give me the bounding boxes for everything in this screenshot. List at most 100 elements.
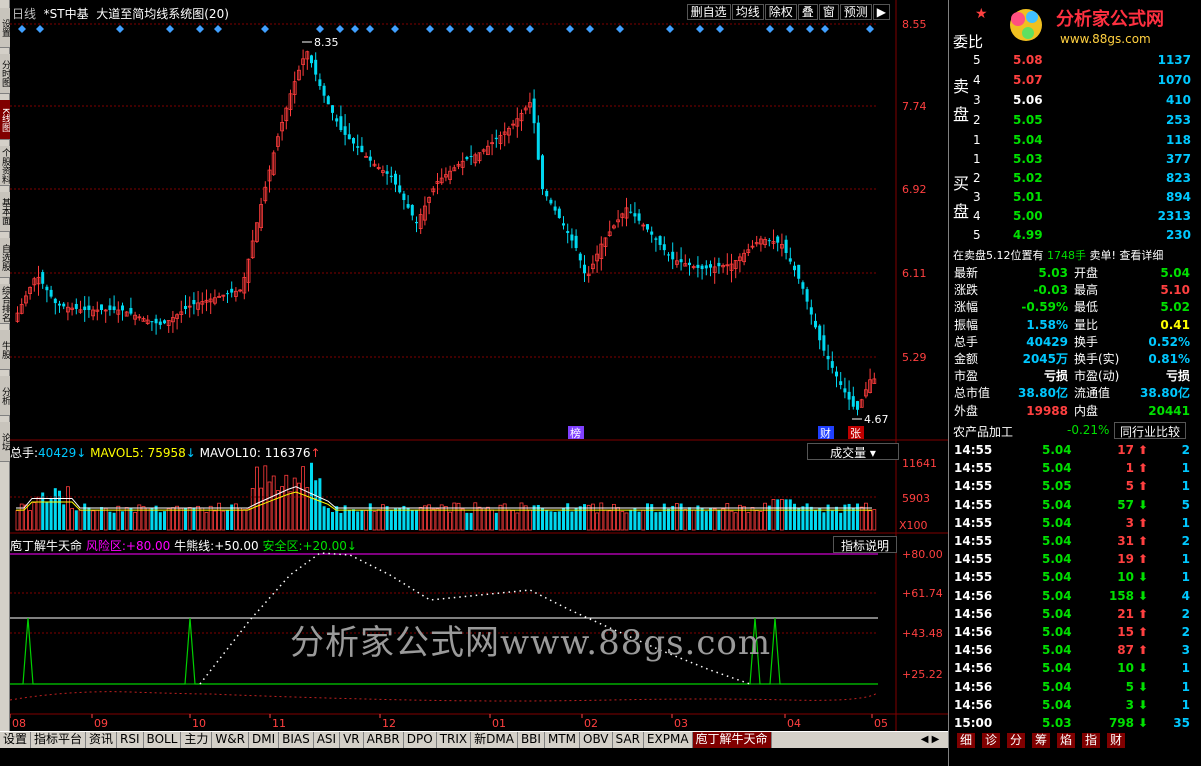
indicator-tab-12[interactable]: DPO <box>404 732 437 748</box>
right-tab-5[interactable]: 指 <box>1082 733 1101 748</box>
indicator-tab-19[interactable]: EXPMA <box>644 732 693 748</box>
buy-level-num: 5 <box>973 228 981 242</box>
indicator-tab-3[interactable]: RSI <box>117 732 144 748</box>
candle-body <box>226 293 229 295</box>
indicator-tab-11[interactable]: ARBR <box>364 732 404 748</box>
side-tab-7[interactable]: 牛股 <box>0 330 10 370</box>
indicator-tab-17[interactable]: OBV <box>580 732 613 748</box>
side-tab-0[interactable]: 设置 <box>0 8 10 48</box>
event-marker-icon <box>616 25 624 33</box>
indicator-tab-7[interactable]: DMI <box>249 732 280 748</box>
volume-bar <box>599 502 604 531</box>
volume-bar <box>15 510 20 531</box>
industry-row: 农产品加工 -0.21% <box>953 423 1109 440</box>
industry-name[interactable]: 农产品加工 <box>953 425 1013 439</box>
volume-bar <box>629 509 633 530</box>
volume-bar <box>74 510 78 530</box>
buy-level-num: 1 <box>973 152 981 166</box>
tick-time: 14:56 <box>954 697 993 712</box>
indicator-tab-20[interactable]: 庖丁解牛天命 <box>692 732 772 748</box>
tick-row: 14:56 5.04 87 ⬆ 3 <box>952 641 1192 659</box>
big-order-notice[interactable]: 在卖盘5.12位置有 1748手 卖单! 查看详细 <box>953 247 1163 263</box>
quote-row: 外盘 19988 内盘 20441 <box>952 403 1192 420</box>
star-icon[interactable]: ★ <box>975 6 988 22</box>
quote-value: 亏损 <box>1165 369 1190 384</box>
side-tab-3[interactable]: 个股资料 <box>0 146 10 186</box>
buy-level-num: 3 <box>973 190 981 204</box>
tick-count: 1 <box>1181 661 1190 676</box>
industry-compare-button[interactable]: 同行业比较 <box>1114 422 1186 439</box>
tick-price: 5.04 <box>1042 606 1072 621</box>
tick-time: 14:55 <box>954 497 993 512</box>
buy-level-volume: 377 <box>1165 152 1191 166</box>
volume-bar <box>406 508 410 530</box>
volume-bar <box>746 512 751 531</box>
notice-detail-link[interactable]: 查看详细 <box>1119 249 1163 262</box>
quote-row: 最新 5.03 开盘 5.04 <box>952 265 1192 282</box>
event-marker-icon <box>261 25 269 33</box>
volume-bar <box>163 511 166 530</box>
side-tab-5[interactable]: 自选股 <box>0 238 10 278</box>
right-tab-1[interactable]: 诊 <box>982 733 1001 748</box>
side-tab-4[interactable]: 基本面 <box>0 192 10 232</box>
quote-value: 5.04 <box>1160 266 1190 280</box>
indicator-tab-8[interactable]: BIAS <box>279 732 314 748</box>
volume-dropdown[interactable]: 成交量 ▾ <box>807 443 899 460</box>
sell-level-row[interactable]: 3 5.06 410 <box>973 91 1195 109</box>
tick-time: 14:56 <box>954 588 993 603</box>
indicator-tab-4[interactable]: BOLL <box>144 732 182 748</box>
indicator-tab-13[interactable]: TRIX <box>437 732 472 748</box>
indicator-tab-1[interactable]: 指标平台 <box>31 732 87 748</box>
candle-body <box>356 146 360 148</box>
side-tab-6[interactable]: 综合排名 <box>0 284 10 324</box>
right-tab-3[interactable]: 筹 <box>1032 733 1051 748</box>
volume-bar <box>704 511 708 530</box>
buy-level-row[interactable]: 4 5.00 2313 <box>973 207 1195 225</box>
side-tab-1[interactable]: 分时图 <box>0 54 10 94</box>
candle-body <box>650 231 654 235</box>
right-tab-0[interactable]: 细 <box>957 733 976 748</box>
volume-bar <box>868 510 872 531</box>
volume-bar <box>284 474 289 531</box>
indicator-tab-2[interactable]: 资讯 <box>86 732 118 748</box>
right-tab-6[interactable]: 财 <box>1107 733 1126 748</box>
indicator-tab-9[interactable]: ASI <box>314 732 341 748</box>
buy-level-row[interactable]: 3 5.01 894 <box>973 188 1195 206</box>
indicator-tab-18[interactable]: SAR <box>613 732 644 748</box>
volume-bar <box>465 512 469 530</box>
tick-count: 1 <box>1181 461 1190 476</box>
sell-level-row[interactable]: 1 5.04 118 <box>973 131 1195 149</box>
buy-level-row[interactable]: 5 4.99 230 <box>973 226 1195 244</box>
volume-bar <box>494 512 498 530</box>
indicator-tab-10[interactable]: VR <box>340 732 364 748</box>
sell-level-row[interactable]: 4 5.07 1070 <box>973 71 1195 89</box>
indicator-tab-15[interactable]: BBI <box>518 732 545 748</box>
event-marker-icon <box>866 25 874 33</box>
sell-level-row[interactable]: 2 5.05 253 <box>973 111 1195 129</box>
right-tab-4[interactable]: 焰 <box>1057 733 1076 748</box>
buy-level-row[interactable]: 2 5.02 823 <box>973 169 1195 187</box>
volume-bar <box>485 506 490 531</box>
down-arrow-icon: ⬇ <box>1137 497 1148 512</box>
buy-level-price: 5.03 <box>1013 152 1043 166</box>
side-tab-9[interactable]: 论坛 <box>0 422 10 462</box>
indicator-tab-5[interactable]: 主力 <box>181 732 213 748</box>
buy-level-row[interactable]: 1 5.03 377 <box>973 150 1195 168</box>
indicator-tab-6[interactable]: W&R <box>212 732 249 748</box>
indicator-help-button[interactable]: 指标说明 <box>833 536 897 553</box>
volume-bar <box>545 510 549 530</box>
right-tab-2[interactable]: 分 <box>1007 733 1026 748</box>
tab-scroll-arrows[interactable]: ◀ ▶ <box>914 733 946 747</box>
tick-count: 35 <box>1173 716 1190 730</box>
sell-level-row[interactable]: 5 5.08 1137 <box>973 51 1195 69</box>
event-marker-icon <box>18 25 26 33</box>
quote-label: 涨幅 <box>954 300 979 315</box>
volume-bar <box>435 508 440 531</box>
indicator-tab-0[interactable]: 设置 <box>0 732 32 748</box>
indicator-tab-16[interactable]: MTM <box>545 732 580 748</box>
side-tab-2[interactable]: K线图 <box>0 100 10 140</box>
indicator-tab-14[interactable]: 新DMA <box>471 732 518 748</box>
date-axis-label: 04 <box>787 717 801 730</box>
candle-body <box>494 137 498 140</box>
side-tab-8[interactable]: 分析 <box>0 376 10 416</box>
